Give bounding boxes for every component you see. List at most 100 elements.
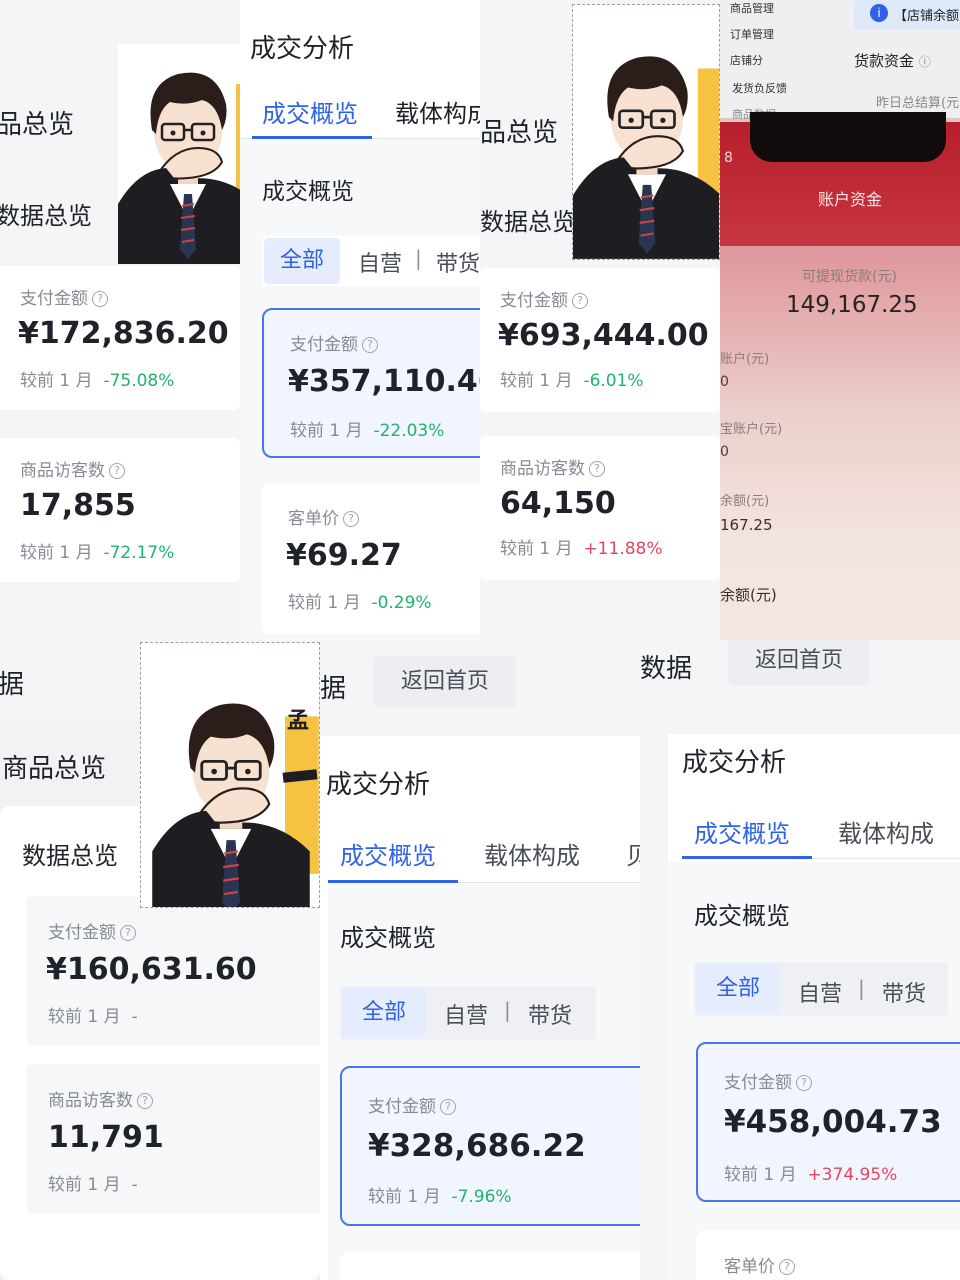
help-circle-icon[interactable]: ? [137, 1093, 153, 1109]
metric-delta: - [131, 1175, 138, 1195]
metric-value: ¥693,444.00 [498, 318, 709, 353]
row-label: 余额(元) [720, 494, 770, 509]
segment-self[interactable]: 自营 [798, 976, 842, 1008]
metric-card-visitors[interactable]: 商品访客数? 64,150 较前 1 月 +11.88% [480, 436, 720, 580]
help-circle-icon[interactable]: ? [796, 1075, 812, 1091]
metric-label: 客单价? [288, 504, 359, 529]
metric-label: 支付金额? [290, 330, 378, 355]
account-title: 账户资金 [818, 190, 883, 209]
segment-goods[interactable]: 带货 [436, 246, 480, 278]
metric-label: 支付金额? [724, 1068, 812, 1093]
help-circle-icon[interactable]: ? [343, 511, 359, 527]
segment-self[interactable]: 自营 [444, 998, 488, 1030]
notice-banner: i 【店铺余额 [854, 0, 960, 30]
row-value: 167.25 [720, 516, 773, 534]
metric-card-unit-price[interactable]: 客单价? ¥69.27 较前 1 月 -0.29% [262, 484, 480, 634]
tab-carrier[interactable]: 载体构成 [838, 814, 934, 849]
segment-all[interactable]: 全部 [264, 238, 340, 284]
help-circle-icon[interactable]: ? [92, 291, 108, 307]
metric-label: 商品访客数? [48, 1086, 153, 1111]
metric-card-visitors[interactable]: 商品访客数? 11,791 较前 1 月 - [26, 1064, 320, 1214]
metric-value: 11,791 [48, 1120, 164, 1155]
metric-delta: -7.96% [451, 1187, 512, 1207]
phone-notch [750, 112, 946, 162]
metric-card-pay[interactable]: 支付金额? ¥357,110.46 较前 1 月 -22.03% [262, 308, 480, 458]
metric-delta: - [131, 1007, 138, 1027]
avatar-illustration [118, 44, 240, 264]
help-circle-icon[interactable]: ? [589, 461, 605, 477]
tab-carrier[interactable]: 载体构成 [484, 836, 580, 871]
stamp-text: 孟 [287, 709, 310, 734]
metric-value: 64,150 [500, 486, 616, 521]
metric-value: ¥69.27 [286, 538, 402, 573]
help-circle-icon[interactable]: ? [440, 1099, 456, 1115]
section-title: 成交概览 [340, 924, 436, 952]
row-value: 0 [720, 374, 729, 390]
row-label: 余额(元) [720, 586, 777, 604]
menu-item[interactable]: 发货负反馈 [732, 80, 787, 96]
segment-all[interactable]: 全部 [696, 964, 780, 1014]
metric-compare: 较前 1 月 +11.88% [500, 539, 663, 559]
metric-delta: -6.01% [583, 371, 644, 391]
panel-deal-analysis-2: 据 返回首页 成交分析 成交概览 载体构成 贝 成交概览 全部 自营 | 带货 … [320, 640, 640, 1280]
metric-card-pay[interactable]: 支付金额? ¥160,631.60 较前 1 月 - [26, 896, 320, 1046]
help-circle-icon[interactable]: ? [362, 337, 378, 353]
data-overview-heading: 数据总览 [480, 208, 576, 236]
section-heading: 数据 [640, 654, 693, 684]
page-title: 成交分析 [682, 748, 787, 778]
help-circle-icon[interactable]: ? [779, 1259, 795, 1275]
metric-card-pay[interactable]: 支付金额? ¥328,686.22 较前 1 月 -7.96% [340, 1066, 640, 1226]
panel-overview-1: 品总览 数据总览 支付金额? ¥172,836.20 较前 1 月 -75.08… [0, 0, 240, 640]
segment-self[interactable]: 自营 [358, 246, 402, 278]
segment-goods[interactable]: 带货 [882, 976, 926, 1008]
metric-card-visitors[interactable]: 商品访客数? 17,855 较前 1 月 -72.17% [0, 438, 240, 582]
tab-carrier[interactable]: 载体构成 [395, 94, 480, 129]
tab-third[interactable]: 贝 [626, 836, 640, 871]
withdraw-label: 可提现货款(元) [802, 269, 897, 285]
metric-label: 商品访客数? [20, 456, 125, 481]
tab-deal-overview[interactable]: 成交概览 [694, 814, 790, 849]
metric-card-pay[interactable]: 支付金额? ¥693,444.00 较前 1 月 -6.01% [480, 268, 720, 412]
segment-all[interactable]: 全部 [342, 988, 426, 1038]
help-circle-icon[interactable]: ? [109, 463, 125, 479]
tab-deal-overview[interactable]: 成交概览 [262, 94, 358, 129]
menu-item[interactable]: 店铺分 [730, 52, 763, 68]
info-icon: i [870, 4, 888, 22]
metric-delta: -72.17% [103, 543, 175, 563]
section-heading: 据 [320, 674, 347, 704]
metric-compare: 较前 1 月 -6.01% [500, 371, 644, 391]
section-heading: 据 [0, 670, 25, 700]
menu-item[interactable]: 订单管理 [730, 26, 774, 42]
metric-compare: 较前 1 月 -75.08% [20, 371, 175, 391]
segment-goods[interactable]: 带货 [528, 998, 572, 1030]
tab-deal-overview[interactable]: 成交概览 [340, 836, 436, 871]
withdraw-value: 149,167.25 [786, 292, 918, 318]
metric-card-pay[interactable]: 支付金额? ¥172,836.20 较前 1 月 -75.08% [0, 266, 240, 410]
metric-value: ¥328,686.22 [368, 1128, 586, 1164]
menu-item[interactable]: 商品管理 [730, 0, 774, 16]
metric-value: ¥160,631.60 [46, 952, 257, 987]
panel-phone-photo: 商品管理 订单管理 店铺分 发货负反馈 商品数据 i 【店铺余额 货款资金 ⓘ … [720, 0, 960, 640]
section-heading: 品总览 [0, 110, 75, 140]
help-circle-icon[interactable]: ? [120, 925, 136, 941]
back-home-button[interactable]: 返回首页 [374, 656, 516, 708]
avatar-illustration: 孟 [140, 642, 320, 908]
metric-value: ¥172,836.20 [18, 316, 229, 351]
help-circle-icon[interactable]: ? [572, 293, 588, 309]
segment-separator: | [415, 246, 422, 270]
metric-label: 支付金额? [20, 284, 108, 309]
notice-text: 【店铺余额 [894, 9, 960, 24]
metric-label: 客单价? [724, 1252, 795, 1277]
metric-delta: -22.03% [373, 421, 445, 441]
metric-value: ¥458,004.73 [724, 1104, 942, 1140]
metric-label: 商品访客数? [500, 454, 605, 479]
metric-delta: +374.95% [807, 1165, 898, 1185]
data-overview-heading: 数据总览 [22, 842, 118, 870]
metric-compare: 较前 1 月 -0.29% [288, 593, 432, 613]
panel-overview-3: 据 商品总览 数据总览 支付金额? ¥160,631.60 较前 1 月 - 商… [0, 640, 320, 1280]
yesterday-label: 昨日总结算(元 [876, 96, 960, 111]
back-home-button[interactable]: 返回首页 [728, 640, 870, 686]
metric-card-pay[interactable]: 支付金额? ¥458,004.73 较前 1 月 +374.95% [696, 1042, 960, 1202]
product-overview-heading: 商品总览 [2, 754, 107, 784]
funds-title: 货款资金 ⓘ [854, 52, 931, 70]
